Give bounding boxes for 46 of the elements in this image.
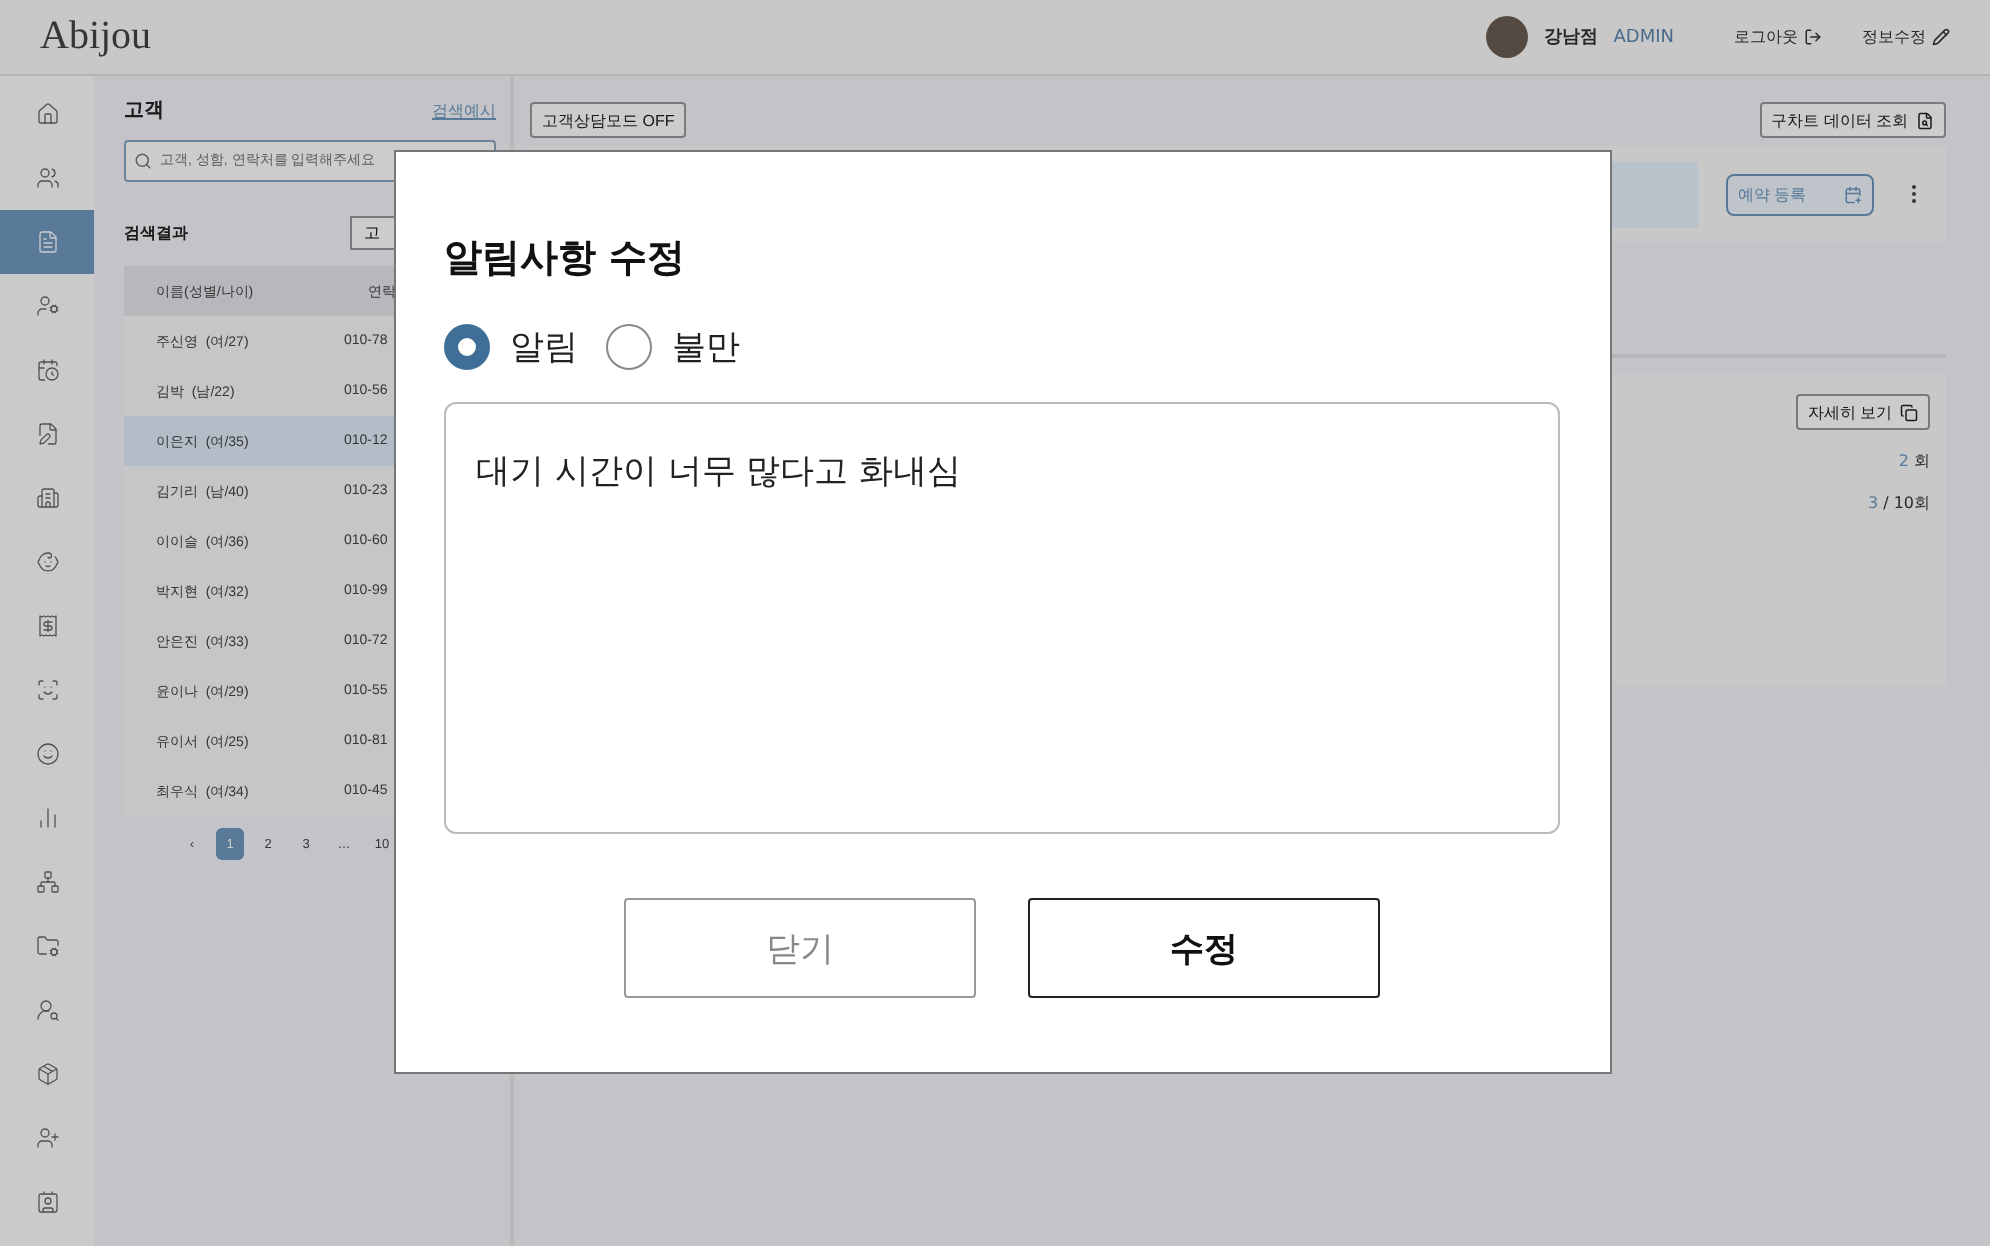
- package-icon: [35, 1062, 59, 1086]
- close-button[interactable]: 닫기: [624, 898, 976, 998]
- consult-mode-button[interactable]: 고객상담모드 OFF: [530, 102, 687, 138]
- edit-profile-link[interactable]: 정보수정: [1862, 26, 1950, 48]
- folder-gear-icon: [35, 934, 59, 958]
- file-pen-icon: [35, 422, 59, 446]
- user-search-icon: [35, 998, 59, 1022]
- logout-link[interactable]: 로그아웃: [1734, 26, 1822, 48]
- old-chart-button[interactable]: 구차트 데이터 조회: [1759, 102, 1946, 138]
- logout-icon: [1804, 28, 1822, 46]
- radio-option[interactable]: 알림: [444, 324, 578, 370]
- search-icon: [134, 152, 152, 170]
- pencil-icon: [1932, 28, 1950, 46]
- calendar-icon: [1844, 185, 1862, 203]
- branch-name: 강남점: [1543, 26, 1598, 50]
- dialog-title: 알림사항 수정: [444, 234, 688, 284]
- submit-button[interactable]: 수정: [1028, 898, 1380, 998]
- app-logo: Abijou: [40, 14, 152, 60]
- baby-icon: [35, 550, 59, 574]
- sidebar-item[interactable]: [0, 210, 94, 274]
- network-icon: [35, 870, 59, 894]
- radio-icon[interactable]: [606, 324, 652, 370]
- smile-icon: [35, 742, 59, 766]
- bar-chart-icon: [35, 806, 59, 830]
- copy-icon: [1900, 403, 1918, 421]
- details-button[interactable]: 자세히 보기: [1795, 394, 1930, 430]
- stat-value: 3 / 10회: [1867, 492, 1930, 514]
- users-icon: [35, 166, 59, 190]
- contact-card-icon: [35, 1190, 59, 1214]
- user-gear-icon: [35, 294, 59, 318]
- panel-title: 고객: [124, 98, 164, 124]
- role-label: ADMIN: [1613, 27, 1674, 47]
- document-icon: [35, 230, 59, 254]
- stat-value: 2 회: [1898, 450, 1930, 472]
- file-search-icon: [1916, 111, 1934, 129]
- user-plus-icon: [35, 1126, 59, 1150]
- radio-option[interactable]: 불만: [606, 324, 740, 370]
- face-scan-icon: [35, 678, 59, 702]
- avatar: [1485, 16, 1528, 58]
- calendar-clock-icon: [35, 358, 59, 382]
- notice-text-area[interactable]: 대기 시간이 너무 많다고 화내심: [444, 402, 1560, 834]
- receipt-icon: [35, 614, 59, 638]
- building-icon: [35, 486, 59, 510]
- results-label: 검색결과: [124, 222, 188, 244]
- radio-icon[interactable]: [444, 324, 490, 370]
- home-icon: [35, 102, 59, 126]
